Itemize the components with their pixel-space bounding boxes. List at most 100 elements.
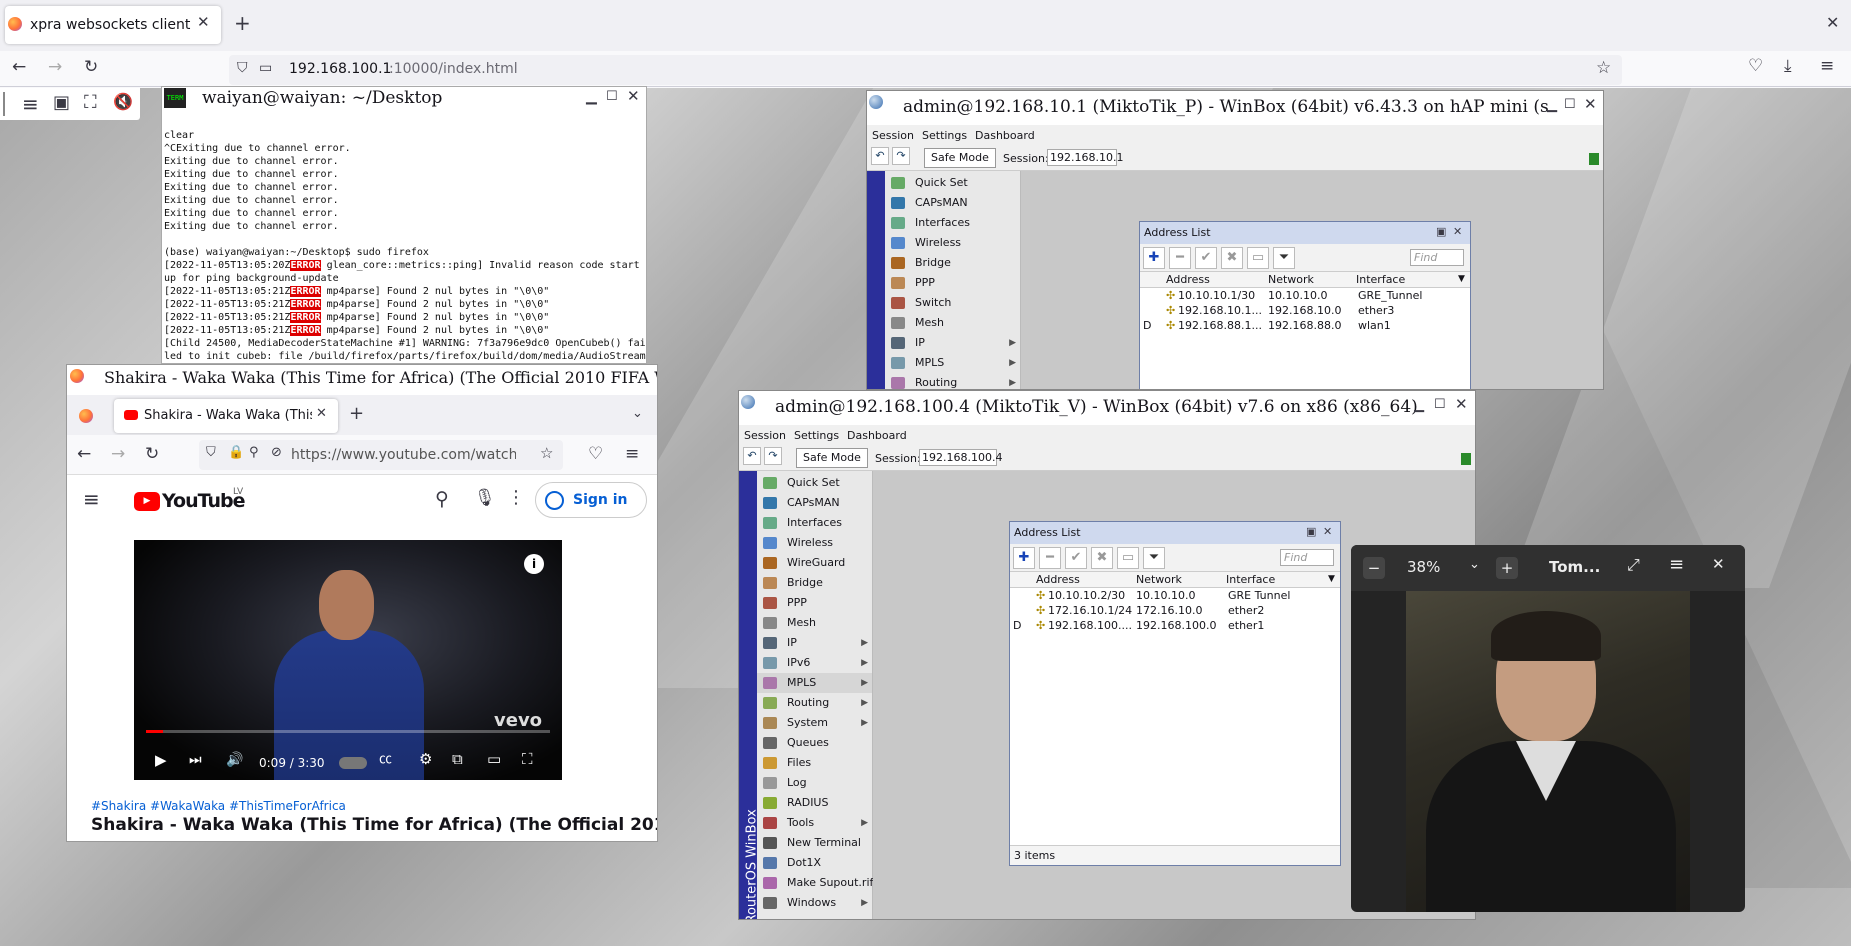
guide-menu-icon[interactable]: ≡ bbox=[83, 489, 100, 509]
table-row[interactable]: D ✣ 192.168.88.1... 192.168.88.0 wlan1 bbox=[1140, 318, 1470, 333]
close-tab-icon[interactable]: ✕ bbox=[316, 407, 327, 420]
table-row[interactable]: ✣ 172.16.10.1/24 172.16.10.0 ether2 bbox=[1010, 603, 1340, 618]
disable-icon[interactable]: ✖ bbox=[1221, 247, 1243, 269]
col-address[interactable]: Address bbox=[1166, 272, 1210, 287]
table-row[interactable]: ✣ 10.10.10.1/30 10.10.10.0 GRE_Tunnel bbox=[1140, 288, 1470, 303]
close-icon[interactable]: ✕ bbox=[1712, 557, 1725, 572]
fullscreen-icon[interactable]: ⛶ bbox=[522, 752, 533, 767]
safe-mode-button[interactable]: Safe Mode bbox=[924, 148, 996, 168]
bookmark-star-icon[interactable]: ☆ bbox=[540, 446, 553, 461]
table-row[interactable]: D ✣ 192.168.100.... 192.168.100.0 ether1 bbox=[1010, 618, 1340, 633]
forward-icon[interactable]: → bbox=[111, 446, 125, 463]
close-icon[interactable]: ✕ bbox=[1584, 97, 1597, 112]
subtitles-icon[interactable]: ㏄ bbox=[379, 753, 392, 766]
sidebar-item-routing[interactable]: Routing ▶ bbox=[757, 693, 872, 713]
bookmark-star-icon[interactable]: ☆ bbox=[1596, 60, 1611, 77]
maximize-icon[interactable]: ☐ bbox=[1564, 98, 1576, 111]
browser-tab[interactable]: xpra websockets client ✕ bbox=[5, 6, 221, 44]
reload-icon[interactable]: ↻ bbox=[145, 446, 159, 463]
miniplayer-icon[interactable]: ⧉ bbox=[452, 752, 463, 767]
sidebar-item-quick-set[interactable]: Quick Set bbox=[757, 473, 872, 493]
sidebar-item-wireless[interactable]: Wireless bbox=[757, 533, 872, 553]
sidebar-item-new-terminal[interactable]: New Terminal bbox=[757, 833, 872, 853]
close-window-icon[interactable]: ✕ bbox=[1826, 15, 1839, 31]
col-interface[interactable]: Interface bbox=[1226, 572, 1275, 587]
remove-icon[interactable]: ━ bbox=[1039, 547, 1061, 569]
sidebar-item-wireguard[interactable]: WireGuard bbox=[757, 553, 872, 573]
microphone-icon[interactable]: 🎙 bbox=[474, 490, 496, 507]
back-icon[interactable]: ← bbox=[12, 59, 26, 76]
windows-icon[interactable]: ▣ bbox=[53, 94, 70, 112]
close-icon[interactable]: ✕ bbox=[1323, 526, 1332, 537]
comment-icon[interactable]: ▭ bbox=[1247, 247, 1269, 269]
restore-icon[interactable]: ▣ bbox=[1436, 226, 1446, 237]
sidebar-item-quick-set[interactable]: Quick Set bbox=[885, 173, 1020, 193]
sidebar-item-ip[interactable]: IP ▶ bbox=[885, 333, 1020, 353]
zoom-dropdown-icon[interactable]: ⌄ bbox=[1469, 558, 1480, 571]
filter-icon[interactable]: ⏷ bbox=[1143, 547, 1165, 569]
session-field[interactable]: 192.168.100.4 bbox=[919, 449, 1002, 466]
minimize-icon[interactable]: ▁ bbox=[1414, 399, 1424, 412]
sidebar-item-bridge[interactable]: Bridge bbox=[757, 573, 872, 593]
sidebar-item-ip[interactable]: IP ▶ bbox=[757, 633, 872, 653]
add-icon[interactable]: ✚ bbox=[1143, 247, 1165, 269]
undo-icon[interactable]: ↶ bbox=[743, 447, 761, 465]
menu-settings[interactable]: Settings bbox=[794, 429, 839, 442]
search-icon[interactable]: ⚲ bbox=[435, 490, 449, 509]
theater-icon[interactable]: ▭ bbox=[487, 752, 501, 767]
undo-icon[interactable]: ↶ bbox=[871, 147, 889, 165]
sidebar-item-mesh[interactable]: Mesh bbox=[757, 613, 872, 633]
table-row[interactable]: ✣ 10.10.10.2/30 10.10.10.0 GRE Tunnel bbox=[1010, 588, 1340, 603]
more-options-icon[interactable]: ⋮ bbox=[507, 489, 525, 507]
play-icon[interactable]: ▶ bbox=[155, 753, 167, 768]
comment-icon[interactable]: ▭ bbox=[1117, 547, 1139, 569]
close-icon[interactable]: ✕ bbox=[627, 89, 640, 104]
firefox-view-icon[interactable] bbox=[79, 409, 93, 423]
page-info-icon[interactable]: ▭ bbox=[259, 61, 272, 75]
menu-session[interactable]: Session bbox=[744, 429, 786, 442]
sidebar-item-ipv6[interactable]: IPv6 ▶ bbox=[757, 653, 872, 673]
remove-icon[interactable]: ━ bbox=[1169, 247, 1191, 269]
sidebar-item-interfaces[interactable]: Interfaces bbox=[885, 213, 1020, 233]
menu-settings[interactable]: Settings bbox=[922, 129, 967, 142]
zoom-out-icon[interactable]: − bbox=[1363, 557, 1385, 579]
fullscreen-icon[interactable]: ⛶ bbox=[84, 94, 97, 112]
sidebar-item-mpls[interactable]: MPLS ▶ bbox=[885, 353, 1020, 373]
menu-session[interactable]: Session bbox=[872, 129, 914, 142]
youtube-tab[interactable]: Shakira - Waka Waka (This ✕ bbox=[114, 399, 338, 433]
add-icon[interactable]: ✚ bbox=[1013, 547, 1035, 569]
close-tab-icon[interactable]: ✕ bbox=[197, 15, 210, 30]
sidebar-item-files[interactable]: Files bbox=[757, 753, 872, 773]
fullscreen-icon[interactable]: ⤢ bbox=[1627, 557, 1640, 573]
pocket-icon[interactable]: ♡ bbox=[588, 446, 603, 463]
downloads-icon[interactable]: ⤓ bbox=[1784, 58, 1792, 75]
sidebar-item-queues[interactable]: Queues bbox=[757, 733, 872, 753]
sidebar-item-make-supout-rif[interactable]: Make Supout.rif bbox=[757, 873, 873, 893]
column-dropdown-icon[interactable]: ▼ bbox=[1328, 572, 1335, 587]
maximize-icon[interactable]: ☐ bbox=[606, 90, 618, 103]
maximize-icon[interactable]: ☐ bbox=[1434, 398, 1446, 411]
back-icon[interactable]: ← bbox=[77, 446, 91, 463]
reload-icon[interactable]: ↻ bbox=[84, 59, 98, 76]
col-interface[interactable]: Interface bbox=[1356, 272, 1405, 287]
sidebar-item-mesh[interactable]: Mesh bbox=[885, 313, 1020, 333]
pocket-icon[interactable]: ♡ bbox=[1748, 58, 1763, 75]
table-row[interactable]: ✣ 192.168.10.1... 192.168.10.0 ether3 bbox=[1140, 303, 1470, 318]
sign-in-button[interactable]: Sign in bbox=[535, 482, 647, 518]
sidebar-item-ppp[interactable]: PPP bbox=[757, 593, 872, 613]
sidebar-item-dot1x[interactable]: Dot1X bbox=[757, 853, 872, 873]
minimize-icon[interactable]: ▁ bbox=[586, 90, 597, 104]
menu-dashboard[interactable]: Dashboard bbox=[847, 429, 907, 442]
enable-icon[interactable]: ✔ bbox=[1065, 547, 1087, 569]
video-progress-track[interactable] bbox=[146, 730, 550, 733]
list-tabs-icon[interactable]: ⌄ bbox=[632, 407, 643, 420]
sidebar-item-interfaces[interactable]: Interfaces bbox=[757, 513, 872, 533]
sidebar-item-windows[interactable]: Windows ▶ bbox=[757, 893, 872, 913]
redo-icon[interactable]: ↷ bbox=[892, 147, 910, 165]
zoom-level[interactable]: 38% bbox=[1407, 558, 1440, 576]
youtube-url-bar[interactable]: ⛉ 🔒 ⚲ ⊘ https://www.youtube.com/watch ☆ bbox=[199, 440, 563, 470]
close-icon[interactable]: ✕ bbox=[1453, 226, 1462, 237]
restore-icon[interactable]: ▣ bbox=[1306, 526, 1316, 537]
new-tab-icon[interactable]: + bbox=[234, 13, 251, 33]
menu-icon[interactable]: ≡ bbox=[1669, 556, 1684, 574]
